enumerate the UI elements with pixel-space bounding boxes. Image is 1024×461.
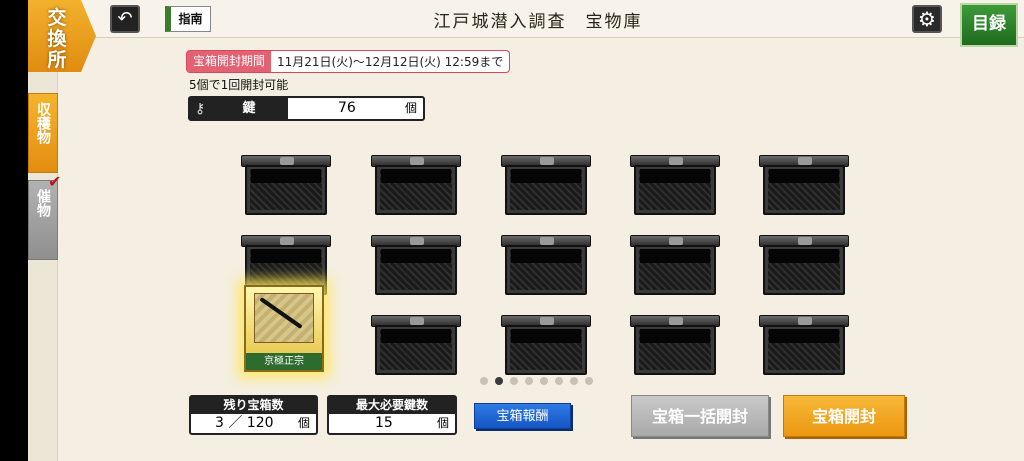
page-title: 江戸城潜入調査 宝物庫 xyxy=(433,12,643,32)
page-indicator xyxy=(480,377,593,385)
key-label-cell: ⚷ 鍵 xyxy=(190,98,288,119)
tab-event-label: 催物 xyxy=(35,189,51,217)
opened-reward-card[interactable]: 京極正宗 xyxy=(244,285,324,372)
treasure-chest[interactable] xyxy=(499,315,593,377)
bulk-open-button[interactable]: 宝箱一括開封 xyxy=(631,395,769,437)
treasure-chest[interactable] xyxy=(499,155,593,217)
key-value-cell: 76 個 xyxy=(288,98,423,119)
chest-reward-button[interactable]: 宝箱報酬 xyxy=(474,403,571,429)
max-keys-box: 最大必要鍵数 15 個 xyxy=(327,395,457,435)
treasure-chest[interactable] xyxy=(757,155,851,217)
page-dot[interactable] xyxy=(495,377,503,385)
treasure-chest[interactable] xyxy=(499,235,593,297)
remaining-chests-box: 残り宝箱数 3 ／ 120 個 xyxy=(189,395,318,435)
remaining-unit: 個 xyxy=(297,416,310,430)
page-dot[interactable] xyxy=(585,377,593,385)
treasure-chest[interactable] xyxy=(628,315,722,377)
key-count-box: ⚷ 鍵 76 個 xyxy=(188,96,425,121)
tab-collect-label: 収穫物 xyxy=(35,102,51,144)
treasure-chest[interactable] xyxy=(369,315,463,377)
treasure-chest[interactable] xyxy=(757,315,851,377)
max-keys-unit: 個 xyxy=(436,416,449,430)
settings-button[interactable]: ⚙ xyxy=(912,5,942,33)
page-dot[interactable] xyxy=(570,377,578,385)
treasure-chest[interactable] xyxy=(369,235,463,297)
back-arrow-icon: ↶ xyxy=(117,8,133,29)
open-note: 5個で1回開封可能 xyxy=(189,78,289,92)
check-icon: ✔ xyxy=(48,172,62,191)
remaining-value: 3 ／ 120 xyxy=(215,415,274,431)
screen: 江戸城潜入調査 宝物庫 交 換 所 ↶ 指南 ⚙ 目録 収穫物 催物 ✔ 宝箱開… xyxy=(0,0,1024,461)
treasure-chest[interactable] xyxy=(628,235,722,297)
key-unit: 個 xyxy=(404,101,417,115)
exchange-char-3: 所 xyxy=(47,49,67,71)
open-chest-button[interactable]: 宝箱開封 xyxy=(783,395,905,437)
remaining-value-row: 3 ／ 120 個 xyxy=(191,414,316,433)
open-period: 宝箱開封期間 11月21日(火)～12月12日(火) 12:59まで xyxy=(186,50,511,73)
treasure-chest[interactable] xyxy=(757,235,851,297)
period-label: 宝箱開封期間 xyxy=(187,51,272,72)
page-dot[interactable] xyxy=(510,377,518,385)
page-dot[interactable] xyxy=(540,377,548,385)
remaining-label: 残り宝箱数 xyxy=(191,397,316,414)
reward-name: 京極正宗 xyxy=(246,353,322,370)
max-keys-label: 最大必要鍵数 xyxy=(329,397,455,414)
treasure-chest[interactable] xyxy=(369,155,463,217)
key-icon: ⚷ xyxy=(195,101,206,117)
max-keys-value-row: 15 個 xyxy=(329,414,455,433)
back-button[interactable]: ↶ xyxy=(110,5,140,33)
treasure-chest[interactable] xyxy=(239,155,333,217)
page-dot[interactable] xyxy=(480,377,488,385)
catalog-button[interactable]: 目録 xyxy=(960,3,1018,47)
guide-button[interactable]: 指南 xyxy=(165,6,211,32)
main-panel xyxy=(28,0,1024,461)
page-dot[interactable] xyxy=(555,377,563,385)
gear-icon: ⚙ xyxy=(918,7,936,31)
treasure-chest[interactable] xyxy=(628,155,722,217)
key-label: 鍵 xyxy=(242,101,256,116)
tab-event[interactable]: 催物 xyxy=(28,180,58,260)
period-value: 11月21日(火)～12月12日(火) 12:59まで xyxy=(277,55,504,69)
max-keys-value: 15 xyxy=(375,415,393,431)
page-dot[interactable] xyxy=(525,377,533,385)
key-count: 76 xyxy=(338,100,356,116)
tab-collect[interactable]: 収穫物 xyxy=(28,93,58,173)
